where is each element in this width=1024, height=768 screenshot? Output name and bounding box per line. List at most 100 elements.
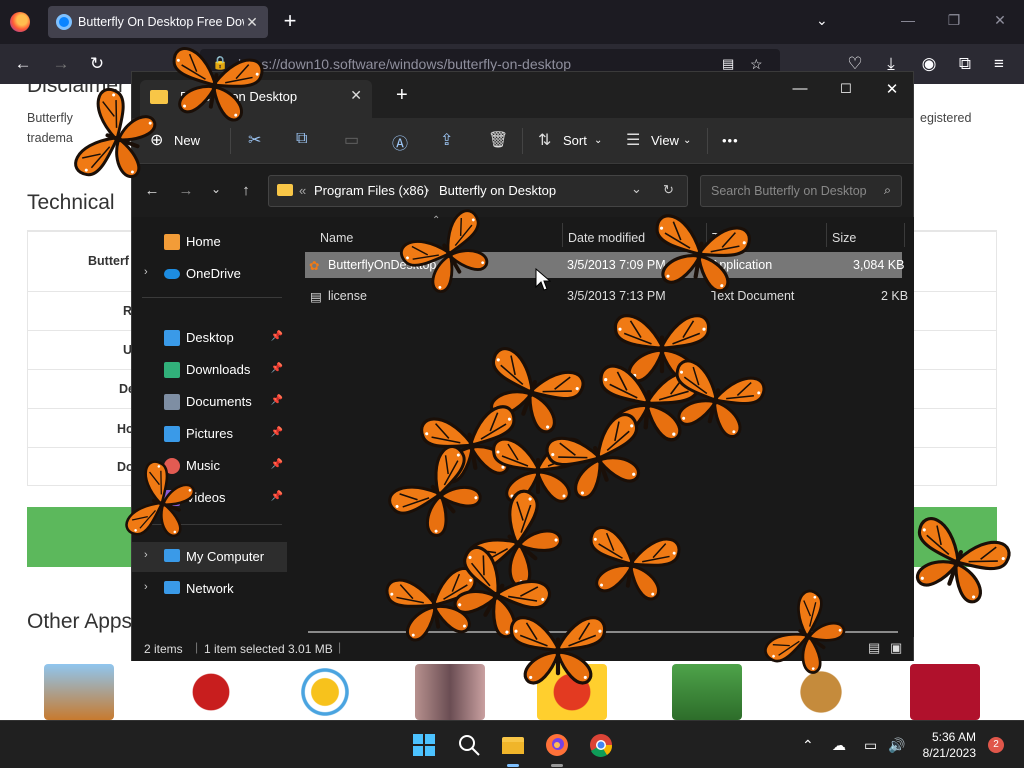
- breadcrumb-program-files[interactable]: Program Files (x86): [314, 183, 428, 198]
- divider: [522, 128, 523, 154]
- new-tab-button[interactable]: +: [396, 84, 408, 107]
- disclaimer-text-start: Butterfly: [27, 111, 73, 125]
- search-icon: ⌕: [883, 183, 891, 197]
- sort-button[interactable]: Sort: [563, 133, 587, 148]
- divider: [142, 297, 282, 298]
- minimize-button[interactable]: —: [788, 80, 812, 97]
- chevron-down-icon[interactable]: ⌄: [631, 181, 642, 197]
- scrap-mechanic-app-icon[interactable]: [44, 664, 114, 720]
- delete-icon[interactable]: 🗑: [488, 130, 508, 150]
- chevron-right-icon[interactable]: ›: [144, 549, 148, 561]
- column-divider[interactable]: [904, 223, 905, 247]
- refresh-icon[interactable]: ↻: [663, 182, 674, 198]
- firefox-icon[interactable]: [10, 12, 30, 32]
- file-name: license: [328, 289, 367, 303]
- file-explorer-icon[interactable]: [501, 733, 525, 757]
- account-icon[interactable]: ◉: [918, 54, 940, 74]
- text-document-icon: ▤: [310, 290, 322, 304]
- chrome-icon[interactable]: [589, 733, 613, 757]
- tiles-view-icon[interactable]: ▣: [890, 640, 902, 656]
- onedrive-cloud-icon: [164, 269, 180, 279]
- column-header-name[interactable]: Name: [320, 231, 353, 245]
- pin-icon: 📌: [270, 427, 283, 438]
- chevron-right-icon[interactable]: ›: [144, 581, 148, 593]
- reload-icon[interactable]: ↻: [86, 54, 108, 74]
- chevron-right-icon[interactable]: ›: [144, 266, 148, 278]
- minimize-window-button[interactable]: —: [898, 12, 918, 28]
- breadcrumb-butterfly-on-desktop[interactable]: Butterfly on Desktop: [439, 183, 556, 198]
- breadcrumb-overflow[interactable]: «: [299, 183, 306, 198]
- address-row: ← → ⌄ ↑ « Program Files (x86) › Butterfl…: [132, 165, 913, 217]
- network-icon[interactable]: ▭: [864, 737, 877, 754]
- clock[interactable]: 5:36 AM 8/21/2023: [888, 729, 976, 761]
- nav-item-network[interactable]: › Network: [132, 574, 287, 604]
- menu-icon[interactable]: ≡: [988, 54, 1010, 74]
- back-arrow-icon[interactable]: ←: [12, 54, 34, 74]
- reader-view-icon[interactable]: ▤: [722, 56, 734, 72]
- close-window-button[interactable]: ✕: [990, 12, 1010, 29]
- column-header-size[interactable]: Size: [832, 231, 856, 245]
- details-view-icon[interactable]: ▤: [868, 640, 880, 656]
- column-divider[interactable]: [826, 223, 827, 247]
- restore-window-button[interactable]: ❐: [944, 12, 964, 29]
- divider: [230, 128, 231, 154]
- view-button[interactable]: View: [651, 133, 679, 148]
- clock-time: 5:36 AM: [931, 730, 976, 744]
- recent-locations-chevron-icon[interactable]: ⌄: [206, 182, 226, 196]
- pin-icon: 📌: [270, 331, 283, 342]
- network-icon: [164, 581, 180, 594]
- nav-item-downloads[interactable]: Downloads 📌: [132, 355, 287, 385]
- firefox-icon[interactable]: [545, 733, 569, 757]
- app-icon[interactable]: [910, 664, 980, 720]
- notification-badge[interactable]: 2: [988, 737, 1004, 753]
- app-icon[interactable]: [415, 664, 485, 720]
- paste-icon[interactable]: ▭: [344, 130, 359, 150]
- rename-icon[interactable]: Ⓐ: [392, 130, 408, 154]
- close-tab-icon[interactable]: ✕: [350, 87, 362, 104]
- search-input[interactable]: Search Butterfly on Desktop ⌕: [700, 175, 902, 207]
- search-icon[interactable]: [457, 733, 481, 757]
- see-more-button[interactable]: •••: [722, 133, 739, 148]
- nav-item-home[interactable]: Home: [132, 227, 287, 257]
- app-icon[interactable]: [290, 664, 360, 720]
- folder-icon: [277, 184, 293, 196]
- new-button[interactable]: New: [174, 133, 200, 148]
- cut-icon[interactable]: ✂: [248, 130, 261, 150]
- browser-tab[interactable]: Butterfly On Desktop Free Download ✕: [48, 6, 268, 38]
- forward-arrow-icon[interactable]: →: [50, 54, 72, 74]
- file-row-license[interactable]: ▤ license 3/5/2013 7:13 PM Text Document…: [305, 283, 908, 309]
- start-windows-icon[interactable]: [412, 733, 436, 757]
- list-all-tabs-button[interactable]: ⌄: [816, 12, 828, 29]
- pin-icon: 📌: [270, 395, 283, 406]
- cloud-sync-icon[interactable]: ☁: [832, 737, 846, 754]
- nav-item-onedrive[interactable]: › OneDrive: [132, 259, 287, 289]
- nav-item-documents[interactable]: Documents 📌: [132, 387, 287, 417]
- address-bar[interactable]: « Program Files (x86) › Butterfly on Des…: [268, 175, 688, 207]
- share-icon[interactable]: ⇪: [440, 130, 453, 150]
- close-button[interactable]: ✕: [880, 80, 904, 98]
- nav-item-desktop[interactable]: Desktop 📌: [132, 323, 287, 353]
- sort-icon[interactable]: ⇅: [538, 130, 551, 150]
- app-icon[interactable]: [176, 664, 246, 720]
- close-tab-icon[interactable]: ✕: [244, 14, 260, 31]
- up-arrow-icon[interactable]: ↑: [236, 182, 256, 199]
- running-app-indicator: [551, 764, 563, 767]
- selection-info: 1 item selected 3.01 MB: [204, 642, 333, 656]
- show-hidden-icons-chevron-icon[interactable]: ⌃: [802, 737, 814, 754]
- butterfly-icon: [506, 608, 611, 688]
- url-text: https://down10.software/windows/butterfl…: [238, 56, 572, 72]
- view-icon[interactable]: ☰: [626, 130, 640, 150]
- pin-icon: 📌: [270, 491, 283, 502]
- column-divider[interactable]: [562, 223, 563, 247]
- nav-item-pictures[interactable]: Pictures 📌: [132, 419, 287, 449]
- pin-icon: 📌: [270, 459, 283, 470]
- back-arrow-icon[interactable]: ←: [142, 182, 162, 199]
- copy-icon[interactable]: ⧉: [296, 130, 307, 148]
- app-icon[interactable]: [672, 664, 742, 720]
- column-header-date[interactable]: Date modified: [568, 231, 645, 245]
- maximize-button[interactable]: ☐: [834, 81, 858, 97]
- new-tab-button[interactable]: +: [280, 10, 300, 32]
- extensions-icon[interactable]: ⧉: [954, 54, 976, 74]
- site-favicon-icon: [56, 14, 72, 30]
- forward-arrow-icon[interactable]: →: [176, 182, 196, 199]
